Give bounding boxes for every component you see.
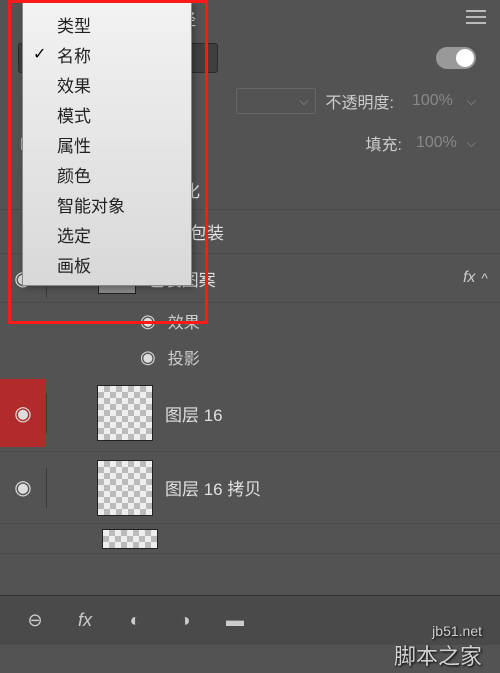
layer-label: 锐化 bbox=[166, 177, 488, 202]
eye-icon: ◉ bbox=[14, 401, 31, 426]
layers-panel: 路径 ⌵ 不透明度: 100% ⌵ ▦ ✎ ✥ ⧉ 🔒 填充: 100% ⌵ 锐… bbox=[0, 0, 500, 673]
layer-thumb bbox=[97, 460, 153, 516]
fx-badge[interactable]: fx bbox=[463, 269, 475, 287]
toggle-knob bbox=[456, 49, 474, 67]
dropdown-item[interactable]: 画板 bbox=[23, 249, 191, 279]
dropdown-item[interactable]: 类型 bbox=[23, 9, 191, 39]
chevron-down-icon: ⌵ bbox=[299, 94, 308, 109]
link-icon[interactable]: ⊖ bbox=[24, 610, 46, 632]
layer-label: 包装图案 bbox=[148, 266, 463, 291]
watermark-url: jb51.net bbox=[394, 623, 482, 639]
chevron-down-icon: ⌵ bbox=[467, 136, 476, 151]
dropdown-item-label: 画板 bbox=[57, 252, 91, 277]
fx-icon[interactable]: fx bbox=[74, 610, 96, 632]
dropdown-item[interactable]: 模式 bbox=[23, 99, 191, 129]
filter-toggle[interactable] bbox=[436, 47, 476, 69]
chevron-down-icon: ⌵ bbox=[467, 94, 476, 109]
dropdown-item-label: 名称 bbox=[57, 42, 91, 67]
chevron-up-icon[interactable]: ^ bbox=[481, 270, 488, 286]
watermark-text: 脚本之家 bbox=[394, 644, 482, 669]
dropdown-item[interactable]: 智能对象 bbox=[23, 189, 191, 219]
dropdown-item[interactable]: 选定 bbox=[23, 219, 191, 249]
fill-label: 填充: bbox=[366, 131, 402, 155]
watermark: jb51.net 脚本之家 bbox=[394, 623, 482, 671]
check-icon: ✓ bbox=[33, 44, 46, 64]
layer-row[interactable]: ◉ 图层 16 bbox=[0, 375, 500, 452]
layer-label: 图层 16 bbox=[165, 401, 488, 426]
layer-thumb bbox=[97, 385, 153, 441]
panel-menu-icon[interactable] bbox=[466, 10, 486, 24]
mask-icon[interactable]: ◐ bbox=[124, 610, 146, 632]
layer-thumb bbox=[102, 529, 158, 549]
fill-value[interactable]: 100% bbox=[416, 134, 457, 152]
dropdown-item-label: 选定 bbox=[57, 222, 91, 247]
effect-subrow[interactable]: ◉ 效果 bbox=[0, 303, 500, 339]
layer-label: 图层 16 拷贝 bbox=[165, 475, 488, 500]
eye-icon[interactable]: ◉ bbox=[140, 347, 156, 368]
adjustment-icon[interactable]: ◑ bbox=[174, 610, 196, 632]
dropdown-item[interactable]: ✓ 名称 bbox=[23, 39, 191, 69]
dropdown-item[interactable]: 属性 bbox=[23, 129, 191, 159]
filter-dropdown-menu: 类型 ✓ 名称效果模式属性颜色智能对象选定画板 bbox=[22, 2, 192, 286]
blend-mode-dropdown[interactable]: ⌵ bbox=[236, 88, 316, 114]
visibility-cell-selected[interactable]: ◉ bbox=[0, 379, 46, 447]
dropdown-item-label: 模式 bbox=[57, 102, 91, 127]
layer-label: 塑料包装 bbox=[156, 219, 488, 244]
opacity-label: 不透明度: bbox=[326, 89, 394, 113]
dropdown-item-label: 属性 bbox=[57, 132, 91, 157]
effects-title: 效果 bbox=[168, 309, 200, 333]
effect-subrow[interactable]: ◉ 投影 bbox=[0, 339, 500, 375]
dropdown-item-label: 智能对象 bbox=[57, 192, 125, 217]
eye-icon[interactable]: ◉ bbox=[140, 311, 156, 332]
dropdown-item-label: 类型 bbox=[57, 12, 91, 37]
dropdown-item[interactable]: 效果 bbox=[23, 69, 191, 99]
dropdown-item-label: 效果 bbox=[57, 72, 91, 97]
effect-item: 投影 bbox=[168, 345, 200, 369]
dropdown-item[interactable]: 颜色 bbox=[23, 159, 191, 189]
layer-row[interactable]: ◉ 图层 16 拷贝 bbox=[0, 452, 500, 524]
layer-row[interactable] bbox=[0, 524, 500, 554]
dropdown-item-label: 颜色 bbox=[57, 162, 91, 187]
folder-icon[interactable]: ▬ bbox=[224, 610, 246, 632]
eye-icon[interactable]: ◉ bbox=[14, 475, 31, 500]
opacity-value[interactable]: 100% bbox=[412, 92, 453, 110]
